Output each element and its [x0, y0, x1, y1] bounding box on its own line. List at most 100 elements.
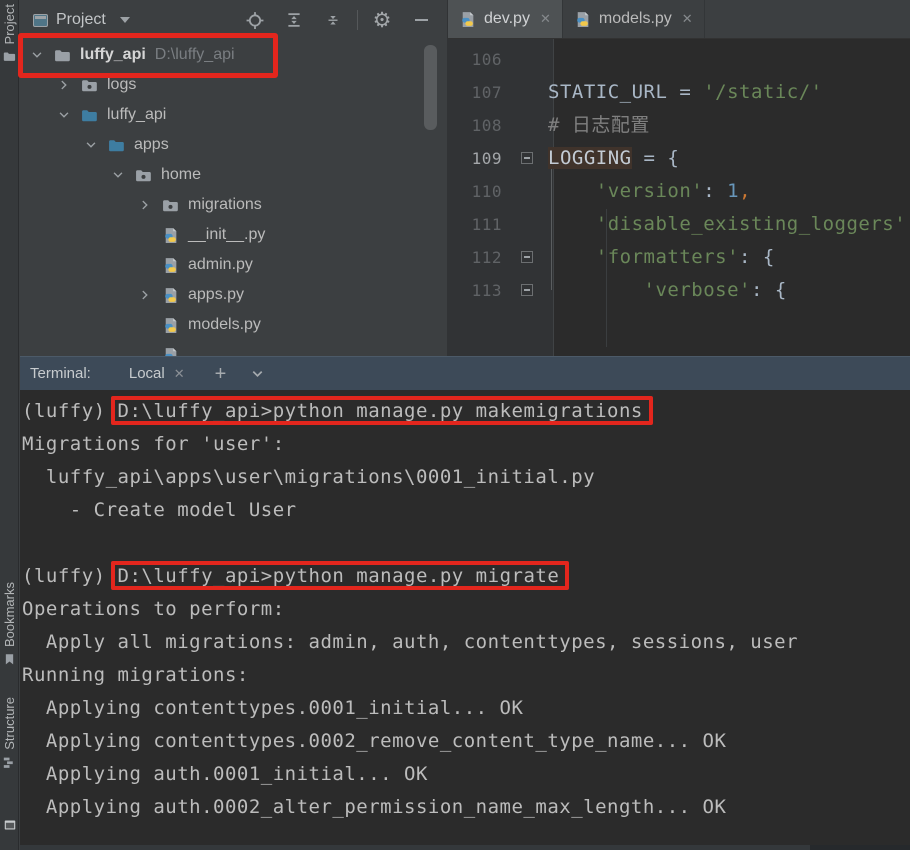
terminal-output[interactable]: (luffy) D:\luffy_api>python manage.py ma… [20, 390, 910, 824]
fold-column [512, 274, 544, 307]
toolbar-separator [357, 10, 358, 30]
tree-item-luffy_api[interactable]: luffy_api D:\luffy_api [20, 40, 447, 70]
stripe-button-bookmarks[interactable]: Bookmarks [0, 582, 19, 666]
chevron-down-icon[interactable] [109, 167, 127, 183]
expand-all-icon[interactable] [285, 11, 303, 29]
tree-item-path: D:\luffy_api [154, 46, 235, 63]
folder-dot-icon [81, 77, 98, 94]
fold-column [512, 109, 544, 142]
close-icon[interactable]: ✕ [682, 11, 693, 27]
terminal-line-3: - Create model User [22, 499, 297, 521]
bookmark-icon [3, 653, 16, 666]
editor-panel: dev.py ✕ models.py ✕ 106 107 STATIC_URL = '/s… [447, 0, 910, 356]
tree-item-migrations[interactable]: migrations [20, 190, 447, 220]
hide-icon[interactable] [412, 11, 430, 29]
project-tree: luffy_api D:\luffy_api logs luffy_api apps ho… [20, 40, 447, 356]
terminal-tab-local[interactable]: Local ✕ [129, 365, 185, 382]
editor-tab-dev.py[interactable]: dev.py ✕ [448, 0, 563, 38]
code-text: 'disable_existing_loggers' [595, 213, 907, 235]
tree-item-label: admin.py [188, 256, 253, 273]
folder-dot-icon [135, 167, 152, 184]
fold-column [512, 241, 544, 274]
tree-item-label: home [161, 166, 202, 183]
tree-item-label: apps.py [188, 286, 245, 303]
editor-tab-models.py[interactable]: models.py ✕ [563, 0, 705, 38]
python-file-icon [459, 11, 476, 28]
stripe-label-structure: Structure [2, 697, 17, 750]
code-text: # 日志配置 [548, 114, 650, 136]
code-text: 'version': 1, [595, 180, 752, 202]
terminal-line-4 [22, 527, 910, 560]
project-toolbar: Project ⚙︎ [20, 0, 447, 40]
python-file-icon [162, 257, 179, 274]
collapse-all-icon[interactable] [324, 11, 342, 29]
chevron-down-icon[interactable] [82, 137, 100, 153]
terminal-line-1: Migrations for 'user': [22, 433, 285, 455]
fold-marker-icon[interactable] [521, 251, 533, 263]
code-line-111: 111 'disable_existing_loggers' [448, 208, 910, 241]
terminal-line-2: luffy_api\apps\user\migrations\0001_init… [22, 466, 596, 488]
tree-item-admin.py[interactable]: admin.py [20, 250, 447, 280]
stripe-button-structure[interactable]: Structure [0, 697, 19, 769]
close-icon[interactable]: ✕ [540, 11, 551, 27]
python-file-icon [162, 287, 179, 304]
tree-item-apps.py[interactable]: apps.py [20, 280, 447, 310]
chevron-down-icon[interactable] [28, 47, 46, 63]
annotated-command: D:\luffy_api>python manage.py makemigrat… [117, 400, 643, 422]
tree-item-label: migrations [188, 196, 262, 213]
terminal-hscrollbar-thumb[interactable] [810, 845, 910, 850]
code-text: 'verbose': { [643, 279, 787, 301]
project-title[interactable]: Project [56, 11, 106, 29]
tree-item-__init__.py[interactable]: __init__.py [20, 220, 447, 250]
chevron-right-icon[interactable] [136, 197, 154, 213]
tree-item-luffy_api[interactable]: luffy_api [20, 100, 447, 130]
chevron-down-icon[interactable] [55, 107, 73, 123]
chevron-down-icon[interactable] [250, 366, 265, 381]
line-number: 107 [471, 83, 502, 102]
tree-item-home[interactable]: home [20, 160, 447, 190]
folder-dot-icon [162, 197, 179, 214]
close-icon[interactable]: ✕ [174, 366, 185, 382]
line-number: 112 [471, 248, 502, 267]
code-line-108: 108 # 日志配置 [448, 109, 910, 142]
stripe-button-project[interactable]: Project [0, 4, 19, 63]
code-editor[interactable]: 106 107 STATIC_URL = '/static/' 108 # 日志配置 10… [448, 39, 910, 356]
fold-marker-icon[interactable] [521, 152, 533, 164]
tree-item-logs[interactable]: logs [20, 70, 447, 100]
terminal-hscrollbar[interactable] [20, 845, 910, 850]
tree-item-partial[interactable] [20, 340, 447, 356]
code-text: LOGGING = { [548, 147, 680, 169]
tab-label: dev.py [484, 10, 530, 27]
tab-label: models.py [598, 10, 672, 27]
terminal-line-12: Applying auth.0002_alter_permission_name… [22, 796, 727, 818]
folder-icon [3, 50, 16, 63]
terminal-tab-label: Local [128, 365, 165, 382]
terminal-line-5: (luffy) D:\luffy_api>python manage.py mi… [22, 560, 910, 593]
chevron-right-icon[interactable] [136, 287, 154, 303]
chevron-right-icon[interactable] [55, 77, 73, 93]
tree-item-models.py[interactable]: models.py [20, 310, 447, 340]
project-tool-window: Project ⚙︎ luffy_api D:\luffy_api logs luff… [20, 0, 447, 356]
line-number: 108 [471, 116, 502, 135]
fold-marker-icon[interactable] [521, 284, 533, 296]
locate-icon[interactable] [246, 11, 264, 29]
fold-column [512, 142, 544, 175]
project-scrollbar-thumb[interactable] [424, 45, 437, 130]
stripe-label-project: Project [2, 4, 17, 45]
editor-tabbar: dev.py ✕ models.py ✕ [448, 0, 910, 39]
fold-column [512, 43, 544, 76]
chevron-down-icon[interactable] [119, 17, 130, 23]
python-file-icon [162, 347, 179, 356]
tree-item-label: models.py [188, 316, 261, 333]
tree-item-apps[interactable]: apps [20, 130, 447, 160]
code-line-107: 107 STATIC_URL = '/static/' [448, 76, 910, 109]
settings-gear-icon[interactable]: ⚙︎ [373, 10, 392, 31]
prompt-prefix: (luffy) [22, 400, 118, 422]
folder-root-icon [54, 47, 71, 64]
fold-column [512, 175, 544, 208]
stripe-button-terminal[interactable] [0, 818, 19, 831]
new-session-icon[interactable]: + [215, 364, 227, 384]
